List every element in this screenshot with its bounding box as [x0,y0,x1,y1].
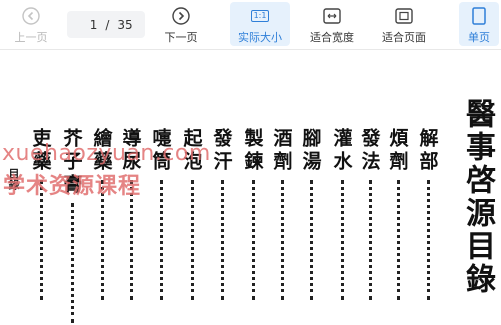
toc-entry: 灌水 [328,128,356,300]
toc-entry: 發汗 [208,128,236,300]
dotted-leader [159,180,163,300]
toc-entry-text: 酒劑 [270,128,293,174]
toc-entry-text: 發汗 [210,128,233,174]
page-separator: / [105,17,110,32]
toc-entry: 煩劑 [384,128,412,300]
document-page: 醫事啓源目錄 解部 煩劑 發法 灌水 腳湯 酒劑 製鍊 發汗 起泡 嚏筒 導尿 … [0,50,501,325]
dotted-leader [368,180,372,300]
fit-page-icon [395,6,413,26]
single-page-icon [472,6,486,26]
dotted-leader [340,180,344,300]
dotted-leader [280,180,284,300]
dotted-leader [426,180,430,300]
toc-entry-text: 發法 [358,128,381,174]
fit-page-label: 适合页面 [382,31,426,44]
chevron-left-icon [22,6,40,26]
toc-entry-text: 灌水 [330,128,353,174]
toc-entry-text: 腳湯 [299,128,322,174]
toc-entry-text: 解部 [416,128,439,174]
prev-page-button[interactable]: 上一页 [8,0,54,49]
fit-width-icon [323,6,341,26]
toc-entry: 腳湯 [297,128,325,300]
chevron-right-icon [172,6,190,26]
actual-size-button[interactable]: 1:1 实际大小 [230,2,290,46]
actual-size-icon: 1:1 [250,6,270,26]
toc-entry: 發法 [356,128,384,300]
dotted-leader [220,180,224,300]
next-page-button[interactable]: 下一页 [158,0,204,49]
toc-entry-text: 製鍊 [241,128,264,174]
watermark-url: xuehaozyuan.com [2,141,211,166]
fit-page-button[interactable]: 适合页面 [378,0,430,49]
viewer-toolbar: 上一页 / 35 下一页 1:1 实际大小 适合宽度 适合页面 单页 [0,0,501,50]
watermark-text: 学术资源课程 [3,174,142,199]
page-total: 35 [117,17,133,32]
page-indicator: / 35 [67,11,145,38]
dotted-leader [396,180,400,300]
toc-entry: 製鍊 [239,128,267,300]
actual-size-label: 实际大小 [238,31,282,44]
single-page-label: 单页 [468,31,490,44]
dotted-leader [70,203,74,323]
dotted-leader [251,180,255,300]
fit-width-label: 适合宽度 [310,31,354,44]
toc-entry: 解部 [414,128,442,300]
page-number-input[interactable] [79,17,98,32]
document-title: 醫事啓源目錄 [460,98,495,296]
dotted-leader [190,180,194,300]
prev-page-label: 上一页 [14,31,48,44]
next-page-label: 下一页 [164,31,198,44]
toc-entry: 酒劑 [268,128,296,300]
dotted-leader [309,180,313,300]
single-page-button[interactable]: 单页 [459,2,499,46]
toc-entry-text: 煩劑 [386,128,409,174]
fit-width-button[interactable]: 适合宽度 [306,0,358,49]
